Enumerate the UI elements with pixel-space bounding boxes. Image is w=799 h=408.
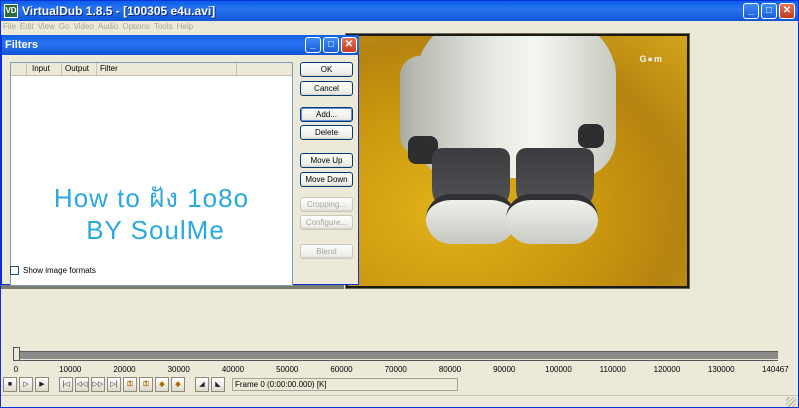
timeline-tick-label: 10000	[59, 365, 82, 374]
column-enabled[interactable]	[11, 63, 27, 76]
go-start-icon[interactable]: |◁	[59, 377, 73, 392]
menu-edit[interactable]: Edit	[20, 21, 38, 33]
timeline-tick-label: 120000	[653, 365, 681, 374]
close-button[interactable]: ✕	[779, 3, 795, 19]
move-up-button[interactable]: Move Up	[300, 153, 353, 168]
main-window: VD VirtualDub 1.8.5 - [100305 e4u.avi] _…	[0, 0, 799, 408]
menu-go[interactable]: Go	[59, 21, 74, 33]
prev-keyframe-icon[interactable]: ⚿	[123, 377, 137, 392]
menu-help[interactable]: Help	[177, 21, 197, 33]
timeline-tick-label: 40000	[221, 365, 245, 374]
next-keyframe-icon[interactable]: ⚿	[139, 377, 153, 392]
timeline-tick-label: 130000	[707, 365, 735, 374]
window-controls: _ □ ✕	[743, 3, 795, 19]
timeline-tick-label: 20000	[113, 365, 136, 374]
menu-audio[interactable]: Audio	[98, 21, 122, 33]
filter-list[interactable]: Input Output Filter How to ฝัง 1o8o BY S…	[10, 62, 293, 286]
blend-button[interactable]: Blend	[300, 244, 353, 259]
column-output[interactable]: Output	[62, 63, 97, 76]
frame-info: Frame 0 (0:00:00.000) [K]	[232, 378, 458, 391]
dialog-minimize-button[interactable]: _	[305, 37, 321, 53]
menu-options[interactable]: Options	[122, 21, 154, 33]
timeline-tick-label: 70000	[384, 365, 407, 374]
menu-file[interactable]: File	[3, 21, 20, 33]
toy-right-shoe	[506, 194, 598, 244]
column-filter[interactable]: Filter	[97, 63, 237, 76]
dialog-close-button[interactable]: ✕	[341, 37, 357, 53]
play-output-icon[interactable]: ▶	[35, 377, 49, 392]
timeline-tick-label: 60000	[330, 365, 353, 374]
step-back-icon[interactable]: ◁◁	[75, 377, 89, 392]
filters-dialog: Filters _ □ ✕ Input Output Filter How to…	[1, 35, 359, 286]
status-bar	[1, 395, 798, 407]
step-forward-icon[interactable]: ▷▷	[91, 377, 105, 392]
timeline-tick-label: 0	[13, 365, 19, 374]
stop-icon[interactable]: ■	[3, 377, 17, 392]
cropping-button[interactable]: Cropping...	[300, 197, 353, 212]
show-image-formats-label: Show image formats	[23, 266, 96, 275]
cancel-button[interactable]: Cancel	[300, 81, 353, 96]
play-input-icon[interactable]: ▷	[19, 377, 33, 392]
playback-toolbar: ■ ▷ ▶ |◁ ◁◁ ▷▷ ▷| ⚿ ⚿ ◆ ◆ ◢ ◣	[3, 377, 225, 393]
minimize-button[interactable]: _	[743, 3, 759, 19]
toy-left-shoe	[426, 194, 516, 244]
timeline-tick-label: 110000	[599, 365, 626, 374]
delete-filter-button[interactable]: Delete	[300, 125, 353, 140]
timeline-tick-label: 50000	[276, 365, 299, 374]
timeline-tick-label: 140467	[761, 365, 789, 374]
timeline-tick-label: 80000	[438, 365, 462, 374]
scene-forward-icon[interactable]: ◆	[171, 377, 185, 392]
filters-title: Filters	[5, 39, 39, 51]
menu-bar: File Edit View Go Video Audio Options To…	[1, 21, 798, 33]
video-watermark: G●m	[639, 54, 663, 64]
timeline-tick-label: 90000	[493, 365, 516, 374]
menu-view[interactable]: View	[38, 21, 59, 33]
timeline-track[interactable]	[16, 351, 778, 359]
mark-out-icon[interactable]: ◣	[211, 377, 225, 392]
ok-button[interactable]: OK	[300, 62, 353, 77]
output-video-frame: G●m	[348, 36, 687, 286]
menu-video[interactable]: Video	[74, 21, 98, 33]
filters-titlebar[interactable]: Filters _ □ ✕	[2, 35, 359, 55]
menu-tools[interactable]: Tools	[154, 21, 177, 33]
overlay-caption-line2: BY SoulMe	[86, 215, 225, 245]
toy-right-hand	[578, 124, 604, 148]
virtualdub-app-icon[interactable]: VD	[4, 4, 18, 18]
timeline-tick-label: 30000	[167, 365, 190, 374]
mark-in-icon[interactable]: ◢	[195, 377, 209, 392]
maximize-button[interactable]: □	[761, 3, 777, 19]
show-image-formats[interactable]: Show image formats	[10, 266, 96, 275]
timeline-thumb[interactable]	[13, 347, 20, 361]
filter-list-header: Input Output Filter	[11, 63, 292, 76]
dialog-maximize-button[interactable]: □	[323, 37, 339, 53]
dialog-controls: _ □ ✕	[305, 37, 357, 53]
overlay-caption-line1: How to ฝัง 1o8o	[53, 183, 250, 213]
main-titlebar[interactable]: VD VirtualDub 1.8.5 - [100305 e4u.avi] _…	[1, 1, 798, 21]
move-down-button[interactable]: Move Down	[300, 172, 353, 187]
resize-grip-icon[interactable]	[786, 397, 796, 407]
scene-back-icon[interactable]: ◆	[155, 377, 169, 392]
go-end-icon[interactable]: ▷|	[107, 377, 121, 392]
configure-button[interactable]: Configure...	[300, 215, 353, 230]
column-input[interactable]: Input	[27, 63, 62, 76]
show-image-formats-checkbox[interactable]	[10, 266, 19, 275]
timeline-tick-label: 100000	[545, 365, 572, 374]
add-filter-button[interactable]: Add...	[300, 107, 353, 122]
window-title: VirtualDub 1.8.5 - [100305 e4u.avi]	[22, 4, 216, 18]
